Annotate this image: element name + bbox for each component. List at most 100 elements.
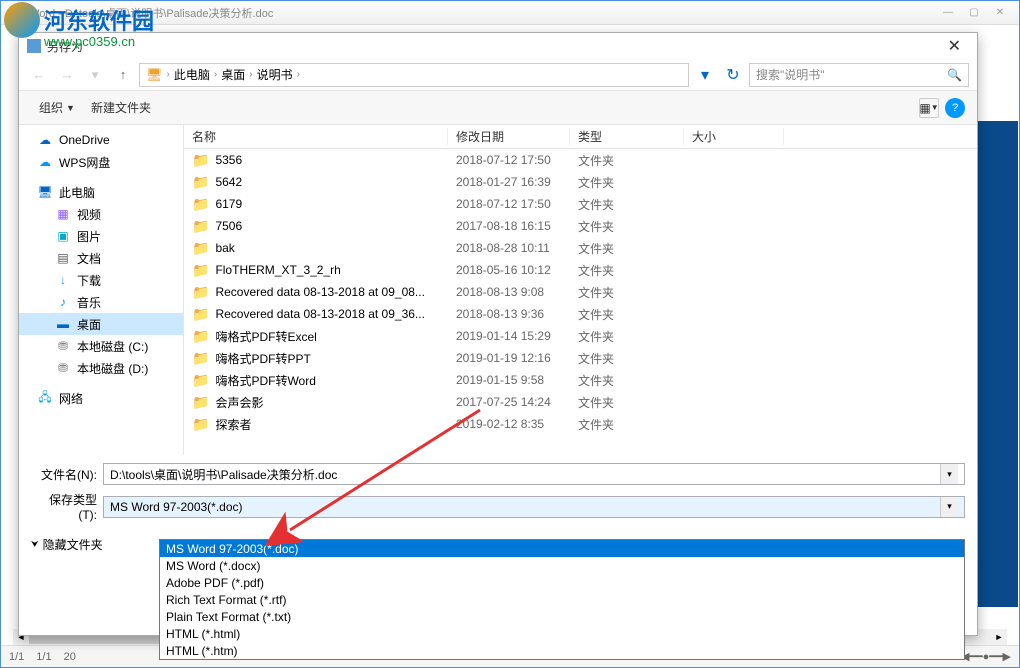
help-button[interactable]: ?: [945, 98, 965, 118]
file-row[interactable]: 📁嗨格式PDF转Excel 2019-01-14 15:29 文件夹: [184, 325, 977, 347]
filename-label: 文件名(N):: [31, 466, 103, 483]
filetype-option[interactable]: HTML (*.htm): [160, 642, 964, 659]
sidebar-this-pc[interactable]: 🖥此电脑: [19, 181, 183, 203]
filetype-option[interactable]: Adobe PDF (*.pdf): [160, 574, 964, 591]
file-list[interactable]: 📁5356 2018-07-12 17:50 文件夹 📁5642 2018-01…: [184, 149, 977, 455]
file-row[interactable]: 📁5356 2018-07-12 17:50 文件夹: [184, 149, 977, 171]
sidebar-desktop[interactable]: ▬桌面: [19, 313, 183, 335]
video-icon: ▦: [55, 206, 71, 222]
maximize-button[interactable]: ▢: [961, 4, 987, 22]
sidebar-videos[interactable]: ▦视频: [19, 203, 183, 225]
dialog-icon: [27, 39, 41, 53]
status-page2: 1/1: [36, 651, 51, 663]
toolbar: 组织 ▼ 新建文件夹 ▦ ▼ ?: [19, 91, 977, 125]
pc-icon: 🖥: [146, 67, 163, 83]
file-type: 文件夹: [570, 174, 684, 191]
file-row[interactable]: 📁5642 2018-01-27 16:39 文件夹: [184, 171, 977, 193]
sidebar-network[interactable]: 🖧网络: [19, 387, 183, 409]
window-controls: — ▢ ✕: [935, 4, 1013, 22]
breadcrumb-folder[interactable]: 说明书: [257, 66, 293, 83]
filename-dropdown-arrow[interactable]: ▾: [940, 464, 958, 484]
sidebar-downloads[interactable]: ↓下载: [19, 269, 183, 291]
filename-input[interactable]: D:\tools\桌面\说明书\Palisade决策分析.doc ▾: [103, 463, 965, 485]
music-icon: ♪: [55, 294, 71, 310]
save-as-dialog: 另存为 ✕ ← → ▾ ↑ 🖥 › 此电脑 › 桌面 › 说明书 › ▾ ↻ 搜…: [18, 32, 978, 636]
dialog-close-button[interactable]: ✕: [940, 36, 969, 56]
file-row[interactable]: 📁会声会影 2017-07-25 14:24 文件夹: [184, 391, 977, 413]
close-button[interactable]: ✕: [987, 4, 1013, 22]
folder-icon: 📁: [192, 240, 209, 257]
file-row[interactable]: 📁7506 2017-08-18 16:15 文件夹: [184, 215, 977, 237]
search-input[interactable]: 搜索"说明书" 🔍: [749, 63, 969, 87]
folder-icon: 📁: [192, 196, 209, 213]
file-row[interactable]: 📁bak 2018-08-28 10:11 文件夹: [184, 237, 977, 259]
nav-forward-button[interactable]: →: [55, 63, 79, 87]
zoom-slider-icon[interactable]: ◀━━●━━▶: [961, 650, 1011, 663]
file-type: 文件夹: [570, 394, 684, 411]
file-date: 2018-08-13 9:08: [448, 285, 570, 299]
breadcrumb-sep: ›: [167, 69, 170, 80]
sidebar-onedrive[interactable]: ☁OneDrive: [19, 129, 183, 151]
nav-recent-button[interactable]: ▾: [83, 63, 107, 87]
breadcrumb-desktop[interactable]: 桌面: [221, 66, 245, 83]
organize-button[interactable]: 组织 ▼: [31, 95, 83, 120]
chevron-down-icon: ⮟: [31, 539, 39, 550]
nav-up-button[interactable]: ↑: [111, 63, 135, 87]
sidebar-documents[interactable]: ▤文档: [19, 247, 183, 269]
file-row[interactable]: 📁Recovered data 08-13-2018 at 09_36... 2…: [184, 303, 977, 325]
file-row[interactable]: 📁嗨格式PDF转Word 2019-01-15 9:58 文件夹: [184, 369, 977, 391]
breadcrumb-pc[interactable]: 此电脑: [174, 66, 210, 83]
refresh-button[interactable]: ↻: [721, 63, 745, 87]
address-bar[interactable]: 🖥 › 此电脑 › 桌面 › 说明书 ›: [139, 63, 689, 87]
wps-icon: ☁: [37, 154, 53, 170]
filetype-option[interactable]: MS Word (*.docx): [160, 557, 964, 574]
filetype-option[interactable]: Plain Text Format (*.txt): [160, 608, 964, 625]
file-date: 2019-01-14 15:29: [448, 329, 570, 343]
network-icon: 🖧: [37, 390, 53, 406]
file-name: 探索者: [215, 416, 251, 433]
file-row[interactable]: 📁6179 2018-07-12 17:50 文件夹: [184, 193, 977, 215]
new-folder-button[interactable]: 新建文件夹: [83, 95, 159, 120]
hide-folders-button[interactable]: ⮟ 隐藏文件夹: [31, 536, 103, 553]
column-date[interactable]: 修改日期: [448, 128, 570, 145]
sidebar: ☁OneDrive ☁WPS网盘 🖥此电脑 ▦视频 ▣图片 ▤文档 ↓下载 ♪音…: [19, 125, 184, 455]
sidebar-disk-d[interactable]: ⛃本地磁盘 (D:): [19, 357, 183, 379]
file-type: 文件夹: [570, 306, 684, 323]
sidebar-wps[interactable]: ☁WPS网盘: [19, 151, 183, 173]
filetype-dropdown-arrow[interactable]: ▾: [940, 497, 958, 517]
scroll-right-arrow[interactable]: ►: [991, 629, 1007, 645]
folder-icon: 📁: [192, 350, 209, 367]
filetype-select[interactable]: MS Word 97-2003(*.doc) ▾: [103, 496, 965, 518]
desktop-icon: ▬: [55, 316, 71, 332]
cloud-icon: ☁: [37, 132, 53, 148]
file-date: 2017-08-18 16:15: [448, 219, 570, 233]
sidebar-disk-c[interactable]: ⛃本地磁盘 (C:): [19, 335, 183, 357]
minimize-button[interactable]: —: [935, 4, 961, 22]
filetype-option[interactable]: Rich Text Format (*.rtf): [160, 591, 964, 608]
filetype-option[interactable]: HTML (*.html): [160, 625, 964, 642]
sidebar-music[interactable]: ♪音乐: [19, 291, 183, 313]
file-row[interactable]: 📁嗨格式PDF转PPT 2019-01-19 12:16 文件夹: [184, 347, 977, 369]
status-zoom-num: 20: [64, 651, 76, 663]
view-options-button[interactable]: ▦ ▼: [919, 98, 939, 118]
file-row[interactable]: 📁探索者 2019-02-12 8:35 文件夹: [184, 413, 977, 435]
column-size[interactable]: 大小: [684, 128, 784, 145]
file-row[interactable]: 📁FloTHERM_XT_3_2_rh 2018-05-16 10:12 文件夹: [184, 259, 977, 281]
file-date: 2017-07-25 14:24: [448, 395, 570, 409]
filetype-option[interactable]: MS Word 97-2003(*.doc): [160, 540, 964, 557]
breadcrumb-sep: ›: [214, 69, 217, 80]
file-date: 2018-07-12 17:50: [448, 197, 570, 211]
nav-back-button[interactable]: ←: [27, 63, 51, 87]
file-name: 7506: [215, 219, 242, 233]
file-row[interactable]: 📁Recovered data 08-13-2018 at 09_08... 2…: [184, 281, 977, 303]
folder-icon: 📁: [192, 174, 209, 191]
status-page: 1/1: [9, 651, 24, 663]
addr-dropdown-button[interactable]: ▾: [693, 63, 717, 87]
column-name[interactable]: 名称: [184, 128, 448, 145]
dialog-body: ☁OneDrive ☁WPS网盘 🖥此电脑 ▦视频 ▣图片 ▤文档 ↓下载 ♪音…: [19, 125, 977, 455]
dialog-titlebar: 另存为 ✕: [19, 33, 977, 59]
column-type[interactable]: 类型: [570, 128, 684, 145]
sidebar-pictures[interactable]: ▣图片: [19, 225, 183, 247]
folder-icon: 📁: [192, 218, 209, 235]
file-date: 2018-01-27 16:39: [448, 175, 570, 189]
